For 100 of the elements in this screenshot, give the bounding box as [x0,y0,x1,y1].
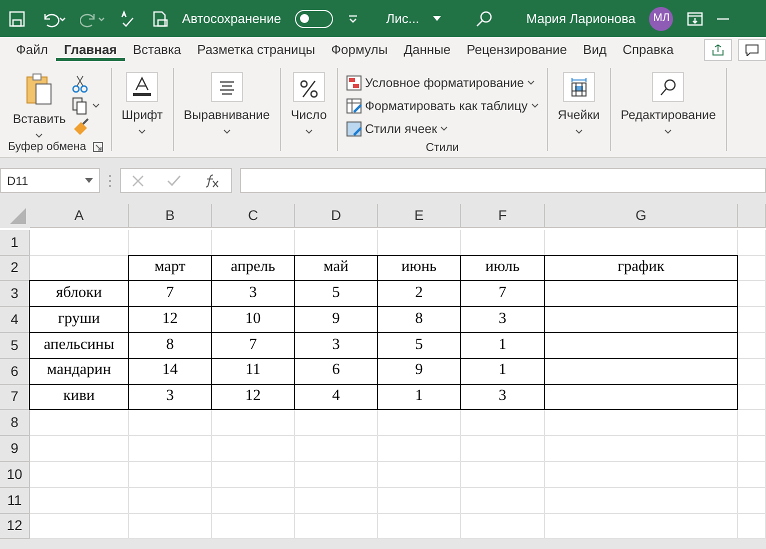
grid-cell[interactable] [378,462,461,488]
menu-tab[interactable]: Разметка страницы [189,38,324,62]
column-header[interactable]: C [212,204,295,228]
row-header[interactable]: 6 [0,358,30,385]
grid-cell[interactable] [129,436,212,462]
grid-cell[interactable] [461,436,545,462]
copy-icon[interactable] [72,96,100,114]
grid-cell[interactable] [295,514,378,540]
grid-cell[interactable] [738,514,766,540]
grid-cell[interactable] [212,514,295,540]
grid-cell[interactable] [738,358,766,385]
grid-cell[interactable] [129,462,212,488]
name-box[interactable]: D11 [0,168,100,193]
grid-cell[interactable] [461,462,545,488]
grid-cell[interactable] [461,488,545,514]
grid-cell[interactable] [212,410,295,436]
menu-tab[interactable]: Главная [56,38,125,62]
grid-cell[interactable] [738,230,766,256]
alignment-button[interactable]: Выравнивание [182,72,272,135]
grid-cell[interactable] [738,410,766,436]
grid-cell[interactable] [738,256,766,282]
enter-icon[interactable] [166,174,181,186]
grid-cell[interactable] [461,410,545,436]
grid-cell[interactable] [545,514,738,540]
grid-cell[interactable] [30,514,129,540]
grid-cell[interactable] [129,410,212,436]
format-painter-icon[interactable] [72,118,90,136]
grid-cell[interactable] [30,462,129,488]
number-button[interactable]: Число [288,72,329,135]
row-header[interactable]: 1 [0,230,30,256]
grid-cell[interactable] [738,384,766,410]
grid-cell[interactable] [545,410,738,436]
grid-cell[interactable] [212,462,295,488]
grid-cell[interactable] [129,488,212,514]
menu-tab[interactable]: Рецензирование [458,38,576,62]
menu-tab[interactable]: Файл [8,38,56,62]
editing-button[interactable]: Редактирование [618,72,718,135]
print-preview-icon[interactable] [152,10,168,28]
cells-button[interactable]: Ячейки [556,72,602,135]
cancel-icon[interactable] [132,174,144,186]
grid-cell[interactable] [295,462,378,488]
grid-cell[interactable] [30,230,129,256]
column-header[interactable] [738,204,766,228]
caret-icon[interactable] [433,16,442,22]
row-header[interactable]: 9 [0,436,30,462]
row-header[interactable]: 5 [0,332,30,359]
grid-cell[interactable] [738,281,766,308]
grid-cell[interactable] [545,488,738,514]
column-header[interactable]: D [295,204,378,228]
grid-cell[interactable] [545,436,738,462]
paste-button[interactable]: Вставить [10,72,68,139]
row-header[interactable]: 2 [0,256,30,282]
menu-tab[interactable]: Формулы [323,38,396,62]
autosave-toggle[interactable] [295,10,334,28]
grid-cell[interactable] [378,410,461,436]
grid-cell[interactable] [738,436,766,462]
grid-cell[interactable] [30,436,129,462]
cut-icon[interactable] [72,75,88,94]
grid-cell[interactable] [738,332,766,359]
row-header[interactable]: 7 [0,384,30,410]
grid-cell[interactable] [30,488,129,514]
file-name[interactable]: Лис... [386,8,420,28]
search-icon[interactable] [474,10,493,28]
style-menu-button[interactable]: Стили ячеек [346,118,539,140]
style-menu-button[interactable]: Условное форматирование [346,72,539,95]
row-header[interactable]: 4 [0,307,30,333]
grid-cell[interactable] [295,410,378,436]
grid-cell[interactable] [738,488,766,514]
font-button[interactable]: Шрифт [120,72,165,135]
style-menu-button[interactable]: Форматировать как таблицу [346,94,539,118]
share-button[interactable] [704,38,732,60]
ribbon-display-icon[interactable] [687,12,704,26]
grid-cell[interactable] [212,488,295,514]
column-header[interactable]: B [129,204,212,228]
customize-caret-icon[interactable] [347,12,360,24]
row-header[interactable]: 10 [0,462,30,488]
insert-function-icon[interactable] [204,174,220,188]
column-header[interactable]: F [461,204,545,228]
grid-cell[interactable] [545,462,738,488]
grid-cell[interactable] [378,436,461,462]
grid-cell[interactable] [129,514,212,540]
column-header[interactable]: G [545,204,738,228]
column-header[interactable]: E [378,204,461,228]
row-header[interactable]: 8 [0,410,30,436]
grid-cell[interactable] [295,488,378,514]
menu-tab[interactable]: Данные [396,38,459,62]
row-header[interactable]: 12 [0,514,30,540]
grid-cell[interactable] [738,307,766,333]
column-header[interactable]: A [30,204,129,228]
grid-cell[interactable] [378,488,461,514]
menu-tab[interactable]: Вставка [124,38,190,62]
minimize-icon[interactable] [717,16,730,20]
grid-cell[interactable] [30,410,129,436]
grid-cell[interactable] [295,436,378,462]
comments-button[interactable] [738,38,766,60]
avatar[interactable]: МЛ [649,6,674,30]
dialog-launcher-icon[interactable] [92,142,103,152]
menu-tab[interactable]: Вид [575,38,615,62]
grid-cell[interactable] [378,514,461,540]
save-icon[interactable] [8,10,26,28]
